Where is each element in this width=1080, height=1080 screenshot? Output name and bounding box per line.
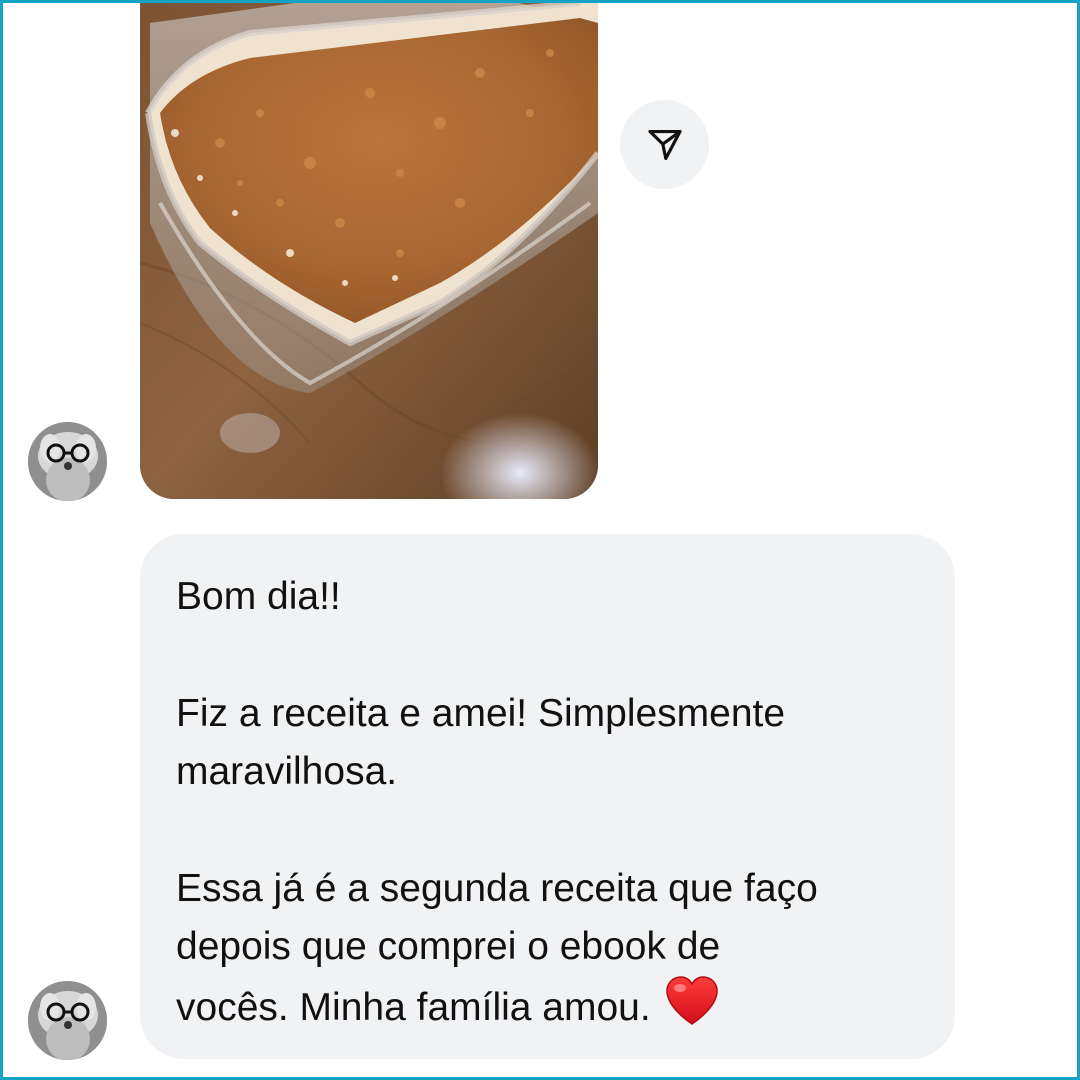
message-line: Essa já é a segunda receita que faço xyxy=(176,867,818,910)
message-text: vocês. Minha família amou. xyxy=(176,986,651,1029)
avatar[interactable] xyxy=(28,422,107,501)
paper-plane-icon xyxy=(647,129,682,160)
message-line: Bom dia!! xyxy=(176,575,341,618)
avatar-dog-with-glasses-icon xyxy=(28,422,107,501)
avatar[interactable] xyxy=(28,981,107,1060)
message-line-last: vocês. Minha família amou. xyxy=(176,976,919,1043)
message-bubble[interactable]: Bom dia!! Fiz a receita e amei! Simplesm… xyxy=(140,534,955,1059)
message-line: depois que comprei o ebook de xyxy=(176,925,721,968)
heart-icon xyxy=(665,976,719,1043)
chat-frame: Bom dia!! Fiz a receita e amei! Simplesm… xyxy=(0,0,1080,1080)
food-photo xyxy=(140,3,598,499)
message-line: Fiz a receita e amei! Simplesmente xyxy=(176,692,786,735)
avatar-dog-with-glasses-icon xyxy=(28,981,107,1060)
photo-message[interactable] xyxy=(140,3,598,499)
message-line: maravilhosa. xyxy=(176,750,398,793)
share-button[interactable] xyxy=(620,100,709,189)
